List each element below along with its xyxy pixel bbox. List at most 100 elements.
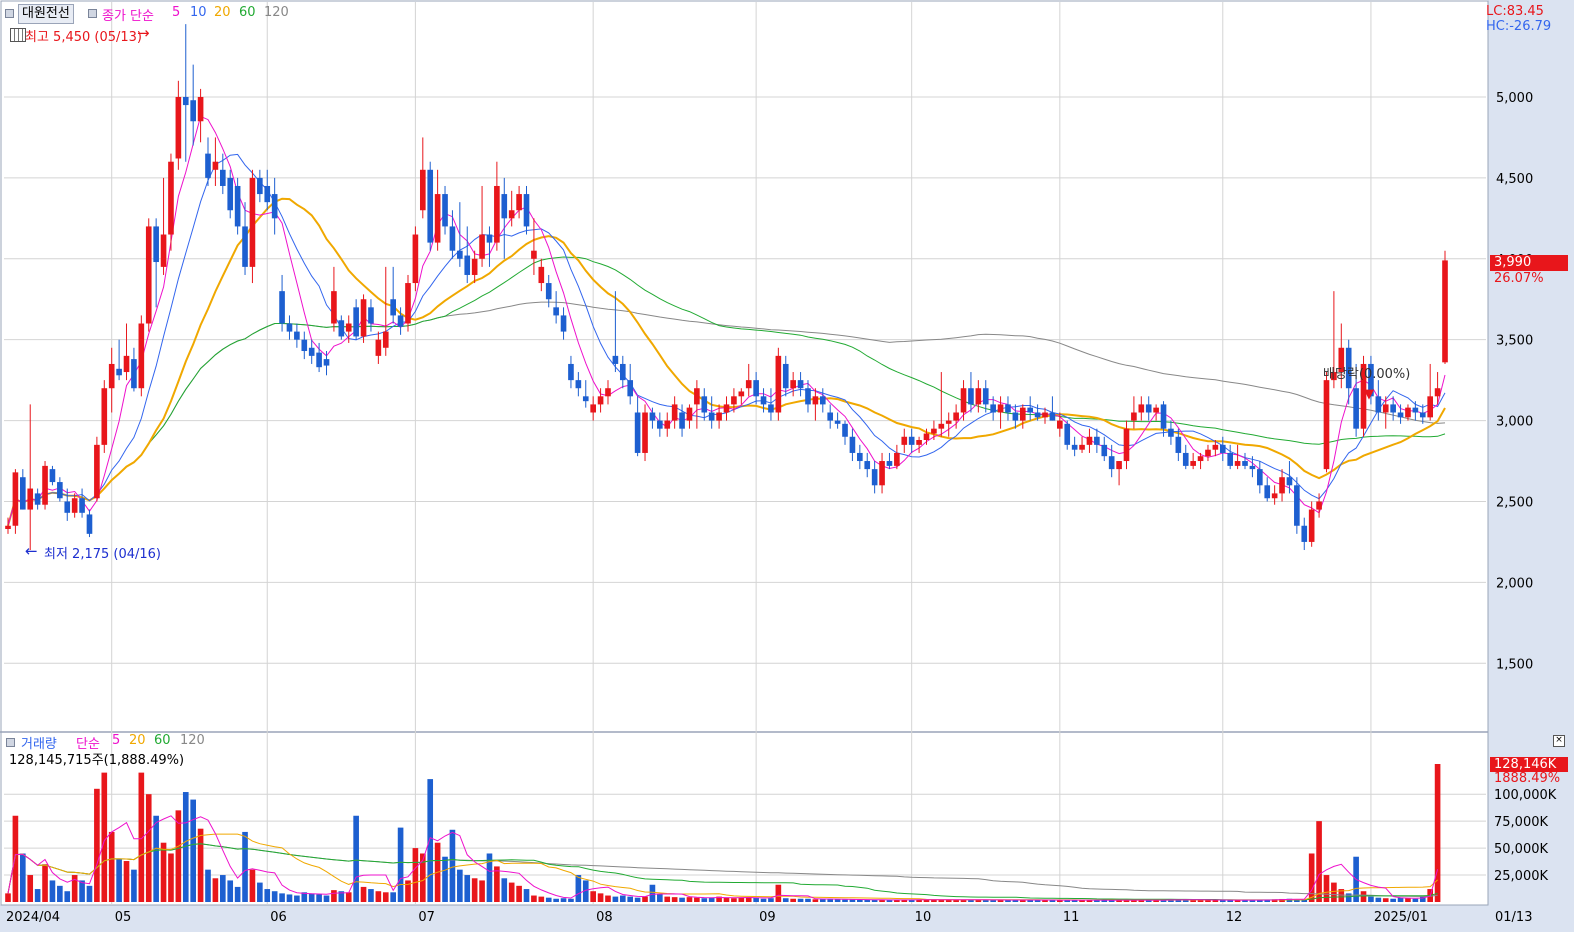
candle-body bbox=[368, 307, 374, 324]
candle-body bbox=[1219, 444, 1226, 453]
candle-body bbox=[679, 412, 685, 429]
grid-icon[interactable] bbox=[10, 28, 26, 42]
volume-bar bbox=[1405, 898, 1411, 902]
candle-body bbox=[931, 428, 937, 434]
volume-bar bbox=[738, 897, 745, 902]
candle-body bbox=[1227, 452, 1234, 466]
x-tick-label: 10 bbox=[915, 910, 932, 925]
volume-bar bbox=[634, 897, 641, 902]
candle-body bbox=[886, 461, 893, 466]
candle-body bbox=[279, 291, 285, 324]
volume-bar bbox=[812, 899, 819, 902]
candle-body bbox=[1049, 412, 1056, 421]
candle-body bbox=[708, 412, 715, 421]
volume-bar bbox=[323, 895, 330, 902]
candle-body bbox=[827, 412, 834, 421]
candle-body bbox=[1382, 404, 1389, 413]
candle-body bbox=[1412, 407, 1419, 413]
legend-menu-icon[interactable] bbox=[88, 9, 97, 18]
candle-body bbox=[1042, 412, 1048, 418]
volume-bar bbox=[819, 899, 826, 902]
volume-bar bbox=[382, 892, 389, 902]
candle-body bbox=[464, 255, 471, 275]
volume-bar bbox=[1331, 882, 1337, 902]
candle-body bbox=[197, 96, 204, 122]
candle bbox=[94, 436, 100, 502]
volume-bar bbox=[190, 799, 196, 902]
volume-panel-close-icon[interactable]: × bbox=[1553, 735, 1565, 747]
candle-body bbox=[1005, 404, 1011, 413]
candle-body bbox=[494, 185, 500, 243]
candle-body bbox=[634, 412, 641, 453]
candle-body bbox=[627, 380, 634, 397]
volume-bar bbox=[508, 882, 515, 902]
candle-body bbox=[1145, 404, 1152, 413]
candle-body bbox=[871, 469, 878, 486]
volume-bar bbox=[242, 831, 248, 902]
volume-bar bbox=[227, 880, 234, 902]
volume-legend-ma120: 120 bbox=[180, 733, 205, 748]
candle-body bbox=[1071, 444, 1078, 450]
candle-body bbox=[1249, 465, 1256, 470]
candle-body bbox=[442, 194, 448, 227]
volume-bar bbox=[205, 869, 211, 902]
price-legend-ma5: 5 bbox=[172, 5, 181, 20]
volume-bar bbox=[768, 898, 774, 902]
candle-body bbox=[419, 169, 426, 211]
candle-body bbox=[738, 391, 745, 397]
candle-body bbox=[797, 380, 804, 389]
x-tick-label: 05 bbox=[115, 910, 132, 925]
volume-bar bbox=[538, 896, 545, 902]
candle-body bbox=[71, 498, 78, 513]
candle bbox=[427, 161, 434, 251]
volume-bar bbox=[271, 891, 278, 902]
candle-body bbox=[864, 461, 871, 470]
candle-body bbox=[960, 388, 967, 413]
volume-bar bbox=[160, 842, 167, 902]
candle-body bbox=[975, 388, 982, 405]
candle-body bbox=[1108, 456, 1115, 470]
volume-bar bbox=[257, 882, 263, 902]
volume-bar bbox=[219, 875, 226, 902]
volume-bar bbox=[501, 878, 508, 902]
candle-body bbox=[79, 498, 85, 513]
candle-body bbox=[716, 412, 722, 421]
candle-body bbox=[612, 355, 619, 364]
volume-bar bbox=[1316, 821, 1322, 902]
candle bbox=[412, 226, 419, 292]
volume-bar bbox=[649, 884, 656, 902]
chart-root: 5,0004,5004,0003,5003,0002,5002,0001,500… bbox=[0, 0, 1574, 932]
candle-body bbox=[131, 359, 137, 389]
volume-bar bbox=[308, 893, 315, 902]
candle-body bbox=[264, 185, 271, 203]
candle-body bbox=[1205, 449, 1211, 457]
volume-bar bbox=[686, 897, 693, 902]
volume-bar bbox=[842, 899, 848, 902]
candle-body bbox=[782, 363, 789, 389]
volume-bar bbox=[568, 898, 574, 902]
candle-body bbox=[249, 177, 256, 267]
candle-body bbox=[553, 307, 559, 316]
panel-menu-icon[interactable] bbox=[5, 9, 14, 18]
candle-body bbox=[908, 436, 915, 445]
volume-bar bbox=[708, 897, 715, 902]
candle-body bbox=[1434, 388, 1441, 397]
volume-bar bbox=[531, 895, 537, 902]
candle-body bbox=[701, 396, 708, 413]
volume-bar bbox=[849, 899, 856, 902]
volume-legend-menu-icon[interactable] bbox=[6, 738, 15, 747]
stock-name[interactable]: 대원전선 bbox=[18, 4, 74, 24]
candle-body bbox=[486, 234, 493, 243]
volume-bar bbox=[494, 866, 500, 902]
volume-bar bbox=[12, 815, 19, 902]
price-tick-label: 2,500 bbox=[1496, 495, 1533, 510]
candle-body bbox=[516, 194, 522, 211]
candle-body bbox=[1405, 407, 1411, 418]
volume-bar bbox=[1368, 896, 1374, 902]
candle-body bbox=[901, 436, 908, 445]
candle bbox=[145, 218, 152, 332]
candle-body bbox=[694, 388, 700, 405]
candle bbox=[1323, 372, 1330, 473]
candle bbox=[101, 380, 108, 453]
volume-bar bbox=[79, 880, 85, 902]
